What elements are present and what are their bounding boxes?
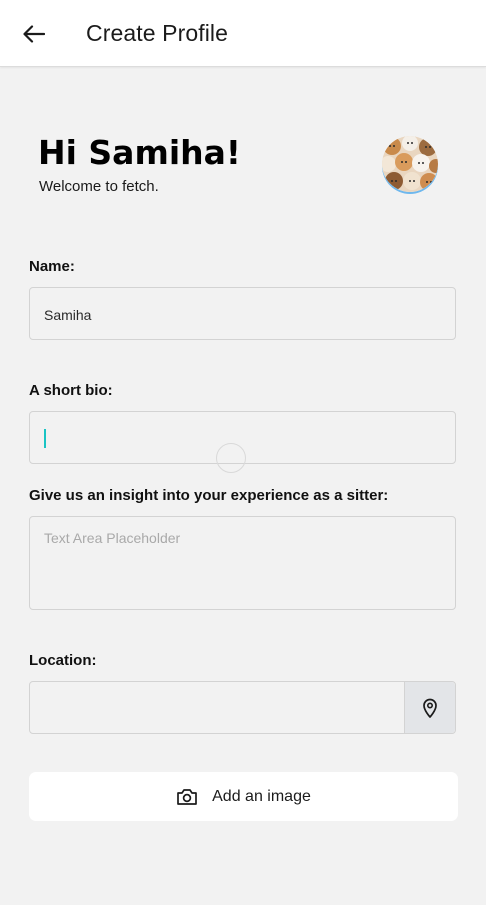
arrow-left-icon [23, 25, 45, 43]
touch-ripple [216, 443, 246, 473]
location-pin-icon [423, 698, 437, 718]
location-label: Location: [29, 652, 97, 669]
add-image-label: Add an image [212, 787, 311, 805]
page-title: Create Profile [86, 20, 229, 46]
greeting-title: Hi Samiha! [38, 133, 241, 172]
location-field[interactable] [29, 681, 456, 734]
name-field[interactable]: Samiha [29, 287, 456, 340]
avatar[interactable] [382, 136, 438, 192]
location-button[interactable] [404, 682, 455, 733]
add-image-button[interactable]: Add an image [29, 772, 458, 821]
experience-textarea[interactable]: Text Area Placeholder [29, 516, 456, 610]
name-label: Name: [29, 258, 75, 275]
experience-label: Give us an insight into your experience … [29, 487, 389, 504]
text-cursor [44, 429, 46, 448]
back-button[interactable] [18, 18, 50, 50]
greeting-subtitle: Welcome to fetch. [39, 178, 159, 195]
profile-photo-cats [382, 136, 438, 192]
app-bar: Create Profile [0, 0, 486, 67]
bio-label: A short bio: [29, 382, 113, 399]
camera-icon [177, 788, 197, 805]
experience-placeholder: Text Area Placeholder [44, 530, 181, 546]
name-field-value: Samiha [44, 307, 92, 323]
